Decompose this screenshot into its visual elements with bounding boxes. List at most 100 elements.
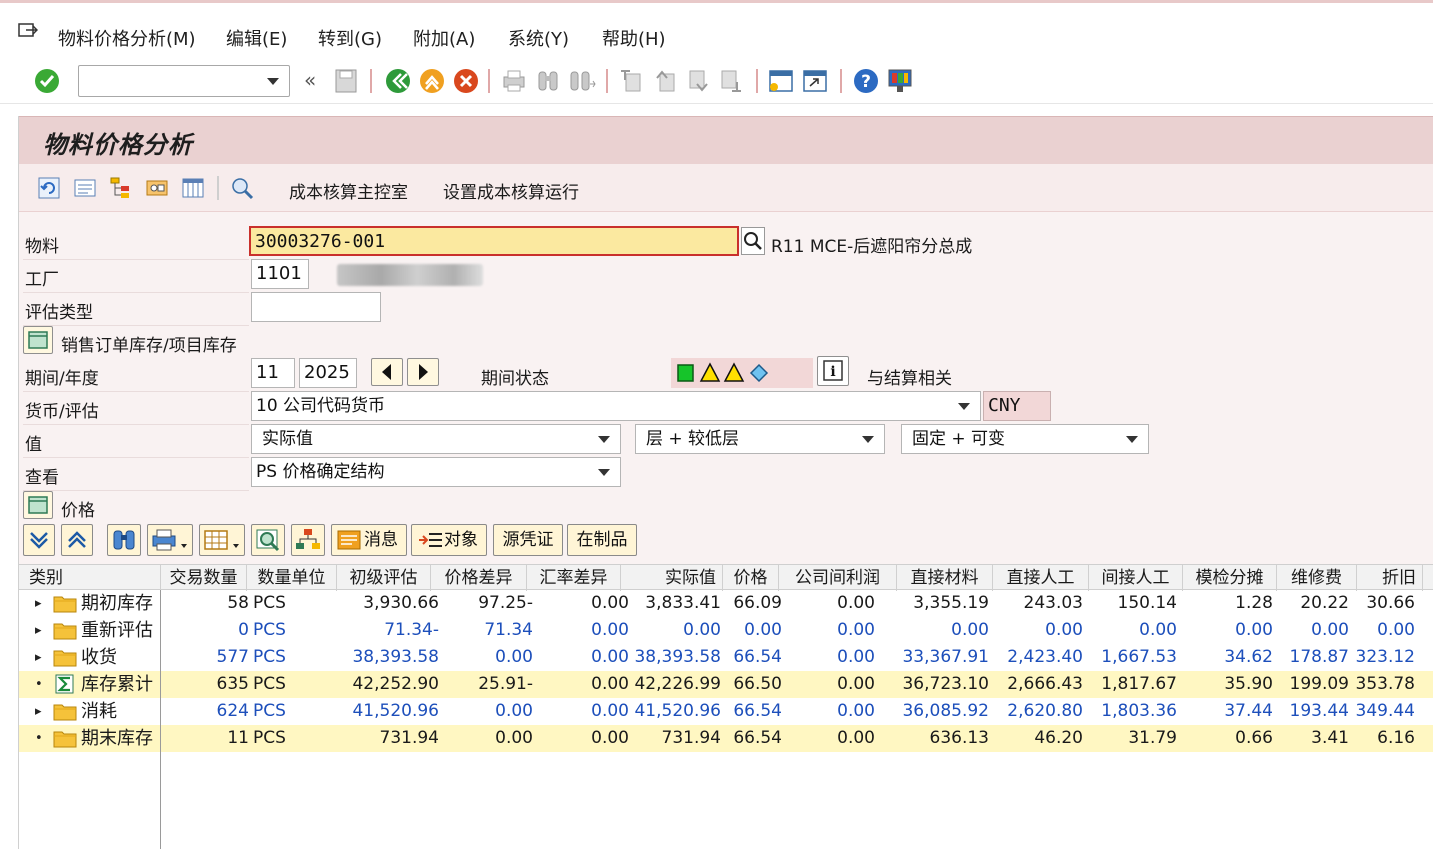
row-category[interactable]: ▸ 消耗 xyxy=(21,698,159,725)
valuation-type-field[interactable] xyxy=(251,292,381,322)
level-select[interactable]: 层 + 较低层 xyxy=(635,424,885,454)
table-columns-icon[interactable] xyxy=(181,176,205,200)
refresh-icon[interactable] xyxy=(37,176,61,200)
column-header[interactable]: 公司间利润 xyxy=(779,565,897,591)
menu-material-price-analysis[interactable]: 物料价格分析(M) xyxy=(58,25,196,51)
row-category[interactable]: ▸ 重新评估 xyxy=(21,617,159,644)
menu-goto[interactable]: 转到(G) xyxy=(318,25,382,51)
year-field[interactable]: 2025 xyxy=(299,358,357,388)
menu-exit-icon[interactable] xyxy=(18,23,38,39)
column-header[interactable]: 维修费 xyxy=(1277,565,1357,591)
menu-system[interactable]: 系统(Y) xyxy=(508,25,569,51)
column-header[interactable]: 实际值 xyxy=(621,565,723,591)
table-row[interactable]: ▸ 期初库存 58 PCS 3,930.66 97.25- 0.00 3,833.41 66.0… xyxy=(19,590,1433,617)
search-settings-icon[interactable] xyxy=(229,175,255,201)
back-icon[interactable] xyxy=(384,67,412,95)
column-header[interactable]: 初级评估 xyxy=(337,565,431,591)
material-field[interactable]: 30003276-001 xyxy=(249,226,739,256)
column-header[interactable]: 类别 xyxy=(19,565,161,591)
view-select[interactable]: PS 价格确定结构 xyxy=(251,457,621,487)
column-header[interactable]: 价格 xyxy=(723,565,779,591)
chevron-down-icon[interactable] xyxy=(1126,436,1138,443)
table-row[interactable]: ▸ 消耗 624 PCS 41,520.96 0.00 0.00 41,520.96 66.54… xyxy=(19,698,1433,725)
chevron-down-icon[interactable] xyxy=(267,78,279,85)
hierarchy-icon[interactable] xyxy=(109,176,133,200)
column-header[interactable]: 间接人工 xyxy=(1089,565,1183,591)
column-header[interactable]: 交易数量 xyxy=(161,565,247,591)
price-section-button[interactable] xyxy=(23,491,53,519)
chevron-down-icon[interactable] xyxy=(598,436,610,443)
column-header[interactable]: 汇率差异 xyxy=(527,565,621,591)
period-field[interactable]: 11 xyxy=(251,358,295,388)
grid-layout-button[interactable] xyxy=(199,524,245,556)
table-row[interactable]: ▸ 收货 577 PCS 38,393.58 0.00 0.00 38,393.58 66.54… xyxy=(19,644,1433,671)
find-next-icon[interactable] xyxy=(568,68,596,94)
grid-find-button[interactable] xyxy=(107,524,141,556)
prev-page-icon[interactable] xyxy=(652,68,678,94)
column-header[interactable]: 折旧 xyxy=(1357,565,1423,591)
expand-arrow-icon[interactable]: ▸ xyxy=(35,644,42,671)
grid-hierarchy-button[interactable] xyxy=(291,524,325,556)
next-page-icon[interactable] xyxy=(686,68,712,94)
help-icon[interactable]: ? xyxy=(852,67,880,95)
menu-extras[interactable]: 附加(A) xyxy=(413,25,475,51)
collapse-all-button[interactable] xyxy=(61,524,93,556)
grid-print-button[interactable] xyxy=(147,524,193,556)
chevron-down-icon[interactable] xyxy=(862,436,874,443)
fixed-variable-select[interactable]: 固定 + 可变 xyxy=(901,424,1149,454)
enter-check-icon[interactable] xyxy=(34,68,60,94)
column-header[interactable]: 直接人工 xyxy=(993,565,1089,591)
first-page-icon[interactable] xyxy=(618,68,644,94)
command-field[interactable] xyxy=(78,65,290,97)
display-object-icon[interactable] xyxy=(145,176,169,200)
column-header[interactable]: 模检分摊 xyxy=(1183,565,1277,591)
cancel-icon[interactable] xyxy=(452,67,480,95)
source-document-button[interactable]: 源凭证 xyxy=(493,524,563,556)
expand-arrow-icon[interactable]: ▸ xyxy=(35,698,42,725)
row-category[interactable]: • 期末库存 xyxy=(21,725,159,752)
wip-label: 在制品 xyxy=(576,530,628,550)
print-icon[interactable] xyxy=(502,68,526,94)
currency-valuation-select[interactable]: 10 公司代码货币 xyxy=(251,391,981,421)
row-category[interactable]: ▸ 期初库存 xyxy=(21,590,159,617)
expand-arrow-icon[interactable]: ▸ xyxy=(35,617,42,644)
detail-list-icon[interactable] xyxy=(73,176,97,200)
table-row[interactable]: • 库存累计 635 PCS 42,252.90 25.91- 0.00 42,226.99 6… xyxy=(19,671,1433,698)
menu-help[interactable]: 帮助(H) xyxy=(602,25,666,51)
messages-button[interactable]: 消息 xyxy=(331,524,407,556)
cost-cockpit-button[interactable]: 成本核算主控室 xyxy=(289,178,408,203)
collapse-icon[interactable]: « xyxy=(304,68,316,92)
column-header[interactable]: 直接材料 xyxy=(897,565,993,591)
objects-button[interactable]: 对象 xyxy=(411,524,487,556)
leaf-bullet-icon[interactable]: • xyxy=(35,725,43,752)
column-header[interactable]: 价格差异 xyxy=(431,565,527,591)
last-page-icon[interactable] xyxy=(718,68,744,94)
row-category[interactable]: • 库存累计 xyxy=(21,671,159,698)
period-info-button[interactable]: i xyxy=(817,356,849,386)
row-category[interactable]: ▸ 收货 xyxy=(21,644,159,671)
wip-button[interactable]: 在制品 xyxy=(567,524,637,556)
exit-icon[interactable] xyxy=(418,67,446,95)
leaf-bullet-icon[interactable]: • xyxy=(35,671,43,698)
search-icon[interactable] xyxy=(741,227,765,255)
value-type-select[interactable]: 实际值 xyxy=(251,424,621,454)
expand-arrow-icon[interactable]: ▸ xyxy=(35,590,42,617)
table-row[interactable]: ▸ 重新评估 0 PCS 71.34- 71.34 0.00 0.00 0.00 0.00 0.00… xyxy=(19,617,1433,644)
previous-period-button[interactable] xyxy=(371,358,403,386)
next-period-button[interactable] xyxy=(407,358,439,386)
find-icon[interactable] xyxy=(536,68,560,94)
shortcut-icon[interactable] xyxy=(802,68,828,94)
new-session-icon[interactable] xyxy=(768,68,794,94)
set-costing-run-button[interactable]: 设置成本核算运行 xyxy=(443,178,579,203)
plant-field[interactable]: 1101 xyxy=(251,259,309,289)
chevron-down-icon[interactable] xyxy=(958,403,970,410)
chevron-down-icon[interactable] xyxy=(598,469,610,476)
sales-order-stock-button[interactable] xyxy=(23,326,53,354)
column-header[interactable]: 数量单位 xyxy=(247,565,337,591)
save-icon[interactable] xyxy=(334,68,358,94)
expand-all-button[interactable] xyxy=(23,524,55,556)
customize-layout-icon[interactable] xyxy=(886,67,914,95)
table-row[interactable]: • 期末库存 11 PCS 731.94 0.00 0.00 731.94 66.54 0.00 6… xyxy=(19,725,1433,752)
menu-edit[interactable]: 编辑(E) xyxy=(226,25,287,51)
grid-details-button[interactable] xyxy=(251,524,285,556)
